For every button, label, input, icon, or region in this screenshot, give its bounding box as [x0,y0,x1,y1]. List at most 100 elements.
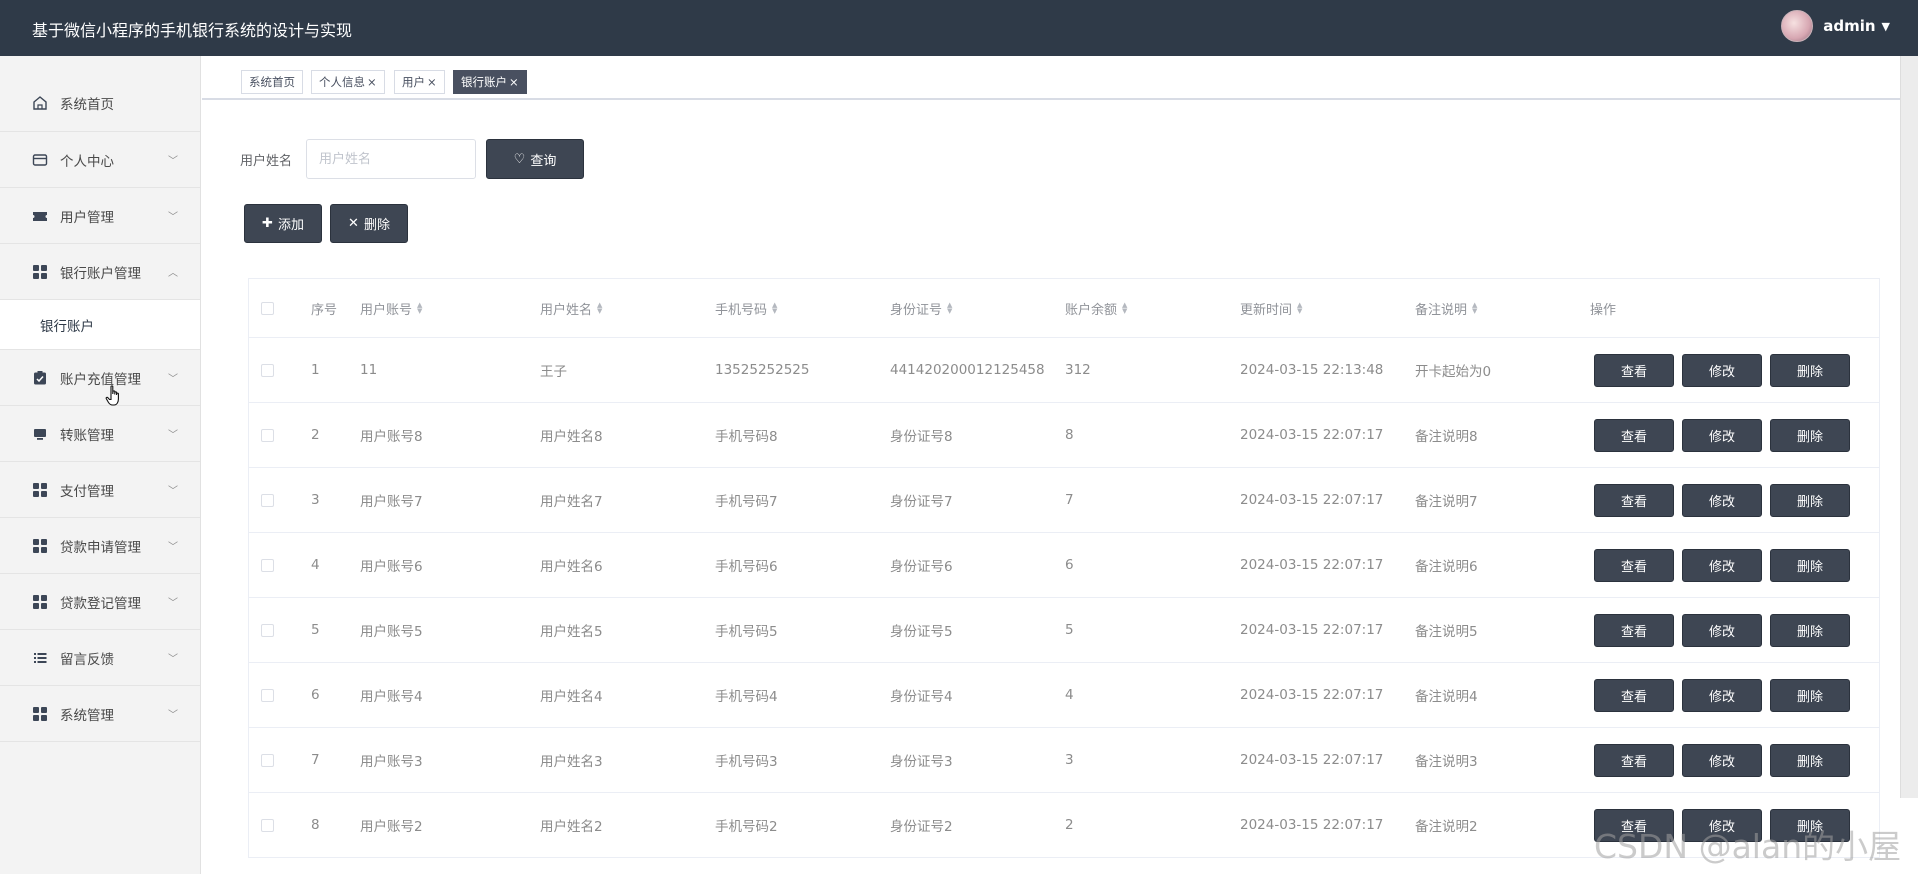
cell-user-name: 用户姓名4 [540,689,603,705]
edit-button[interactable]: 修改 [1682,744,1762,777]
column-header-updated[interactable]: 更新时间 ▲ ▼ [1240,279,1302,337]
view-button[interactable]: 查看 [1594,614,1674,647]
sidebar-item-system-management[interactable]: 系统管理 ﹀ [0,686,200,742]
edit-button[interactable]: 修改 [1682,419,1762,452]
cell-user-name: 用户姓名2 [540,819,603,835]
sort-icon[interactable]: ▲ ▼ [597,302,602,315]
row-checkbox[interactable] [261,793,274,857]
table-body: 1 11 王子 13525252525 441420200012125458 312 202… [249,338,1879,858]
cell-remark: 备注说明6 [1415,559,1478,575]
table-row: 1 11 王子 13525252525 441420200012125458 312 202… [249,338,1879,403]
view-button[interactable]: 查看 [1594,679,1674,712]
sidebar-subitem-bank-account[interactable]: 银行账户 [0,300,200,350]
delete-button[interactable]: 删除 [1770,614,1850,647]
edit-button[interactable]: 修改 [1682,679,1762,712]
sidebar-item-loan-registration[interactable]: 贷款登记管理 ﹀ [0,574,200,630]
sort-icon[interactable]: ▲ ▼ [417,302,422,315]
chevron-down-icon: ﹀ [168,211,178,223]
cell-updated-time: 2024-03-15 22:07:17 [1240,687,1384,703]
user-menu[interactable]: admin ▼ [1781,10,1890,42]
sort-icon[interactable]: ▲ ▼ [1297,302,1302,315]
cell-row-index: 3 [311,492,320,508]
cell-remark: 备注说明4 [1415,689,1478,705]
sidebar-item-bank-account-management[interactable]: 银行账户管理 ︿ [0,244,200,300]
delete-button[interactable]: 删除 [1770,484,1850,517]
delete-button[interactable]: 删除 [1770,419,1850,452]
tab-label: 银行账户 [461,75,507,89]
card-icon [32,152,48,168]
column-header-remark[interactable]: 备注说明 ▲ ▼ [1415,279,1477,337]
search-button[interactable]: ♡ 查询 [486,139,584,179]
row-checkbox[interactable] [261,598,274,662]
sort-icon[interactable]: ▲ ▼ [772,302,777,315]
delete-button[interactable]: 删除 [1770,679,1850,712]
cell-account-balance: 312 [1065,362,1091,378]
sidebar-item-loan-application[interactable]: 贷款申请管理 ﹀ [0,518,200,574]
column-header-label: 手机号码 [715,302,768,318]
sidebar-item-recharge-management[interactable]: 账户充值管理 ﹀ [0,350,200,406]
view-button[interactable]: 查看 [1594,354,1674,387]
column-header-id-number[interactable]: 身份证号 ▲ ▼ [890,279,952,337]
edit-button[interactable]: 修改 [1682,549,1762,582]
tab-home[interactable]: 系统首页 [241,70,303,94]
row-checkbox[interactable] [261,468,274,532]
column-header-phone[interactable]: 手机号码 ▲ ▼ [715,279,777,337]
cell-phone-number: 手机号码7 [715,494,778,510]
cell-user-account: 用户账号8 [360,429,423,445]
row-checkbox[interactable] [261,663,274,727]
column-header-account[interactable]: 用户账号 ▲ ▼ [360,279,422,337]
cell-account-balance: 6 [1065,557,1074,573]
cell-user-name: 用户姓名7 [540,494,603,510]
watermark: CSDN @alan的小屋 [1594,827,1902,866]
chevron-down-icon: ﹀ [168,373,178,385]
row-checkbox[interactable] [261,403,274,467]
row-checkbox[interactable] [261,533,274,597]
cell-account-balance: 2 [1065,817,1074,833]
sidebar-item-label: 留言反馈 [60,651,114,668]
view-button[interactable]: 查看 [1594,744,1674,777]
column-header-label: 身份证号 [890,302,943,318]
edit-button[interactable]: 修改 [1682,614,1762,647]
add-button[interactable]: ✚ 添加 [244,204,322,243]
view-button[interactable]: 查看 [1594,419,1674,452]
cell-updated-time: 2024-03-15 22:13:48 [1240,362,1384,378]
sidebar-item-transfer-management[interactable]: 转账管理 ﹀ [0,406,200,462]
grid-icon [32,264,48,280]
row-checkbox[interactable] [261,338,274,402]
sidebar-item-personal-center[interactable]: 个人中心 ﹀ [0,132,200,188]
sort-icon[interactable]: ▲ ▼ [1472,302,1477,315]
sidebar-item-feedback[interactable]: 留言反馈 ﹀ [0,630,200,686]
delete-button[interactable]: 删除 [1770,354,1850,387]
search-input[interactable] [306,139,476,179]
column-header-name[interactable]: 用户姓名 ▲ ▼ [540,279,602,337]
cell-updated-time: 2024-03-15 22:07:17 [1240,427,1384,443]
delete-button[interactable]: 删除 [1770,549,1850,582]
sidebar-item-home[interactable]: 系统首页 [0,56,200,132]
username[interactable]: admin [1823,17,1875,35]
cell-account-balance: 4 [1065,687,1074,703]
view-button[interactable]: 查看 [1594,549,1674,582]
sidebar-item-user-management[interactable]: 用户管理 ﹀ [0,188,200,244]
close-icon[interactable]: × [367,75,377,89]
caret-down-icon[interactable]: ▼ [1882,20,1890,33]
tab-bank-account[interactable]: 银行账户 × [453,70,527,94]
delete-button[interactable]: 删除 [1770,744,1850,777]
sidebar-item-payment-management[interactable]: 支付管理 ﹀ [0,462,200,518]
close-icon[interactable]: × [427,75,437,89]
row-checkbox[interactable] [261,728,274,792]
avatar[interactable] [1781,10,1814,42]
tab-user[interactable]: 用户 × [394,70,445,94]
chevron-up-icon: ︿ [168,267,178,279]
sort-icon[interactable]: ▲ ▼ [947,302,952,315]
tab-personal-info[interactable]: 个人信息 × [311,70,385,94]
column-header-balance[interactable]: 账户余额 ▲ ▼ [1065,279,1127,337]
view-button[interactable]: 查看 [1594,484,1674,517]
clipboard-icon [32,370,48,386]
scrollbar[interactable] [1900,56,1918,798]
select-all-checkbox[interactable] [261,279,274,337]
edit-button[interactable]: 修改 [1682,354,1762,387]
delete-button[interactable]: ✕ 删除 [330,204,408,243]
close-icon[interactable]: × [509,75,519,89]
sort-icon[interactable]: ▲ ▼ [1122,302,1127,315]
edit-button[interactable]: 修改 [1682,484,1762,517]
